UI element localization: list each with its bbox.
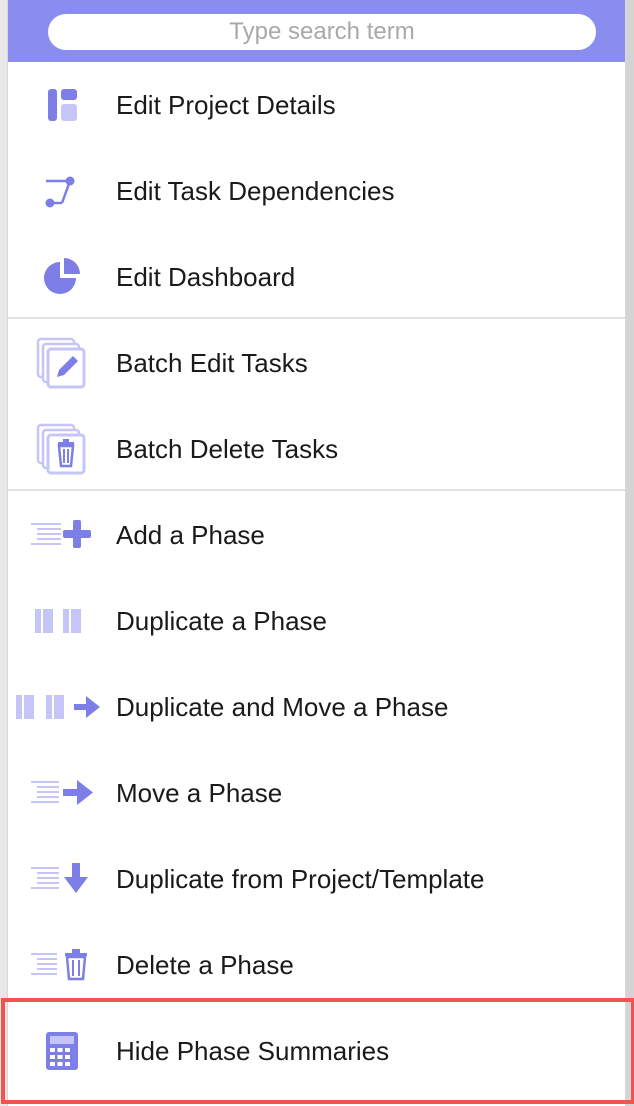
menu-item-label: Move a Phase <box>116 778 283 808</box>
background-page-left <box>0 0 7 1106</box>
menu-item-label: Batch Delete Tasks <box>116 434 339 464</box>
menu-item-hide-phase-summaries[interactable]: Hide Phase Summaries <box>8 1008 625 1094</box>
menu-item-duplicate-and-move-a-phase[interactable]: Duplicate and Move a Phase <box>8 664 625 750</box>
menu-item-duplicate-from-project-template[interactable]: Duplicate from Project/Template <box>8 836 625 922</box>
search-input[interactable] <box>48 14 596 50</box>
dependencies-icon <box>16 164 108 218</box>
menu-item-label: Duplicate and Move a Phase <box>116 692 449 722</box>
menu-item-delete-a-phase[interactable]: Delete a Phase <box>8 922 625 1008</box>
menu-item-batch-edit-tasks[interactable]: Batch Edit Tasks <box>8 320 625 406</box>
menu-item-edit-project-details[interactable]: Edit Project Details <box>8 62 625 148</box>
actions-dropdown-menu: Edit Project Details Edit Task Dependenc… <box>1 0 634 1106</box>
batch-edit-icon <box>16 336 108 390</box>
search-bar <box>8 0 625 62</box>
menu-item-label: Add a Phase <box>116 520 265 550</box>
batch-delete-icon <box>16 422 108 476</box>
calculator-icon <box>16 1024 108 1078</box>
menu-item-label: Duplicate from Project/Template <box>116 864 485 894</box>
duplicate-phase-icon <box>16 594 108 648</box>
menu-divider <box>8 317 625 319</box>
menu-item-edit-task-dependencies[interactable]: Edit Task Dependencies <box>8 148 625 234</box>
menu-item-edit-dashboard[interactable]: Edit Dashboard <box>8 234 625 320</box>
duplicate-move-phase-icon <box>8 680 112 734</box>
menu-item-duplicate-a-phase[interactable]: Duplicate a Phase <box>8 578 625 664</box>
menu-item-label: Edit Project Details <box>116 90 336 120</box>
menu-item-label: Duplicate a Phase <box>116 606 328 636</box>
delete-phase-icon <box>16 938 108 992</box>
pie-chart-icon <box>16 250 108 304</box>
menu-item-label: Hide Phase Summaries <box>116 1036 390 1066</box>
move-phase-icon <box>16 766 108 820</box>
menu-item-label: Batch Edit Tasks <box>116 348 308 378</box>
menu-item-move-a-phase[interactable]: Move a Phase <box>8 750 625 836</box>
menu-item-batch-delete-tasks[interactable]: Batch Delete Tasks <box>8 406 625 492</box>
add-phase-icon <box>16 508 108 562</box>
menu-item-add-a-phase[interactable]: Add a Phase <box>8 492 625 578</box>
menu-item-label: Edit Dashboard <box>116 262 296 292</box>
duplicate-from-template-icon <box>16 852 108 906</box>
menu-item-label: Edit Task Dependencies <box>116 176 395 206</box>
menu-divider <box>8 489 625 491</box>
menu-item-label: Delete a Phase <box>116 950 294 980</box>
project-details-icon <box>16 78 108 132</box>
